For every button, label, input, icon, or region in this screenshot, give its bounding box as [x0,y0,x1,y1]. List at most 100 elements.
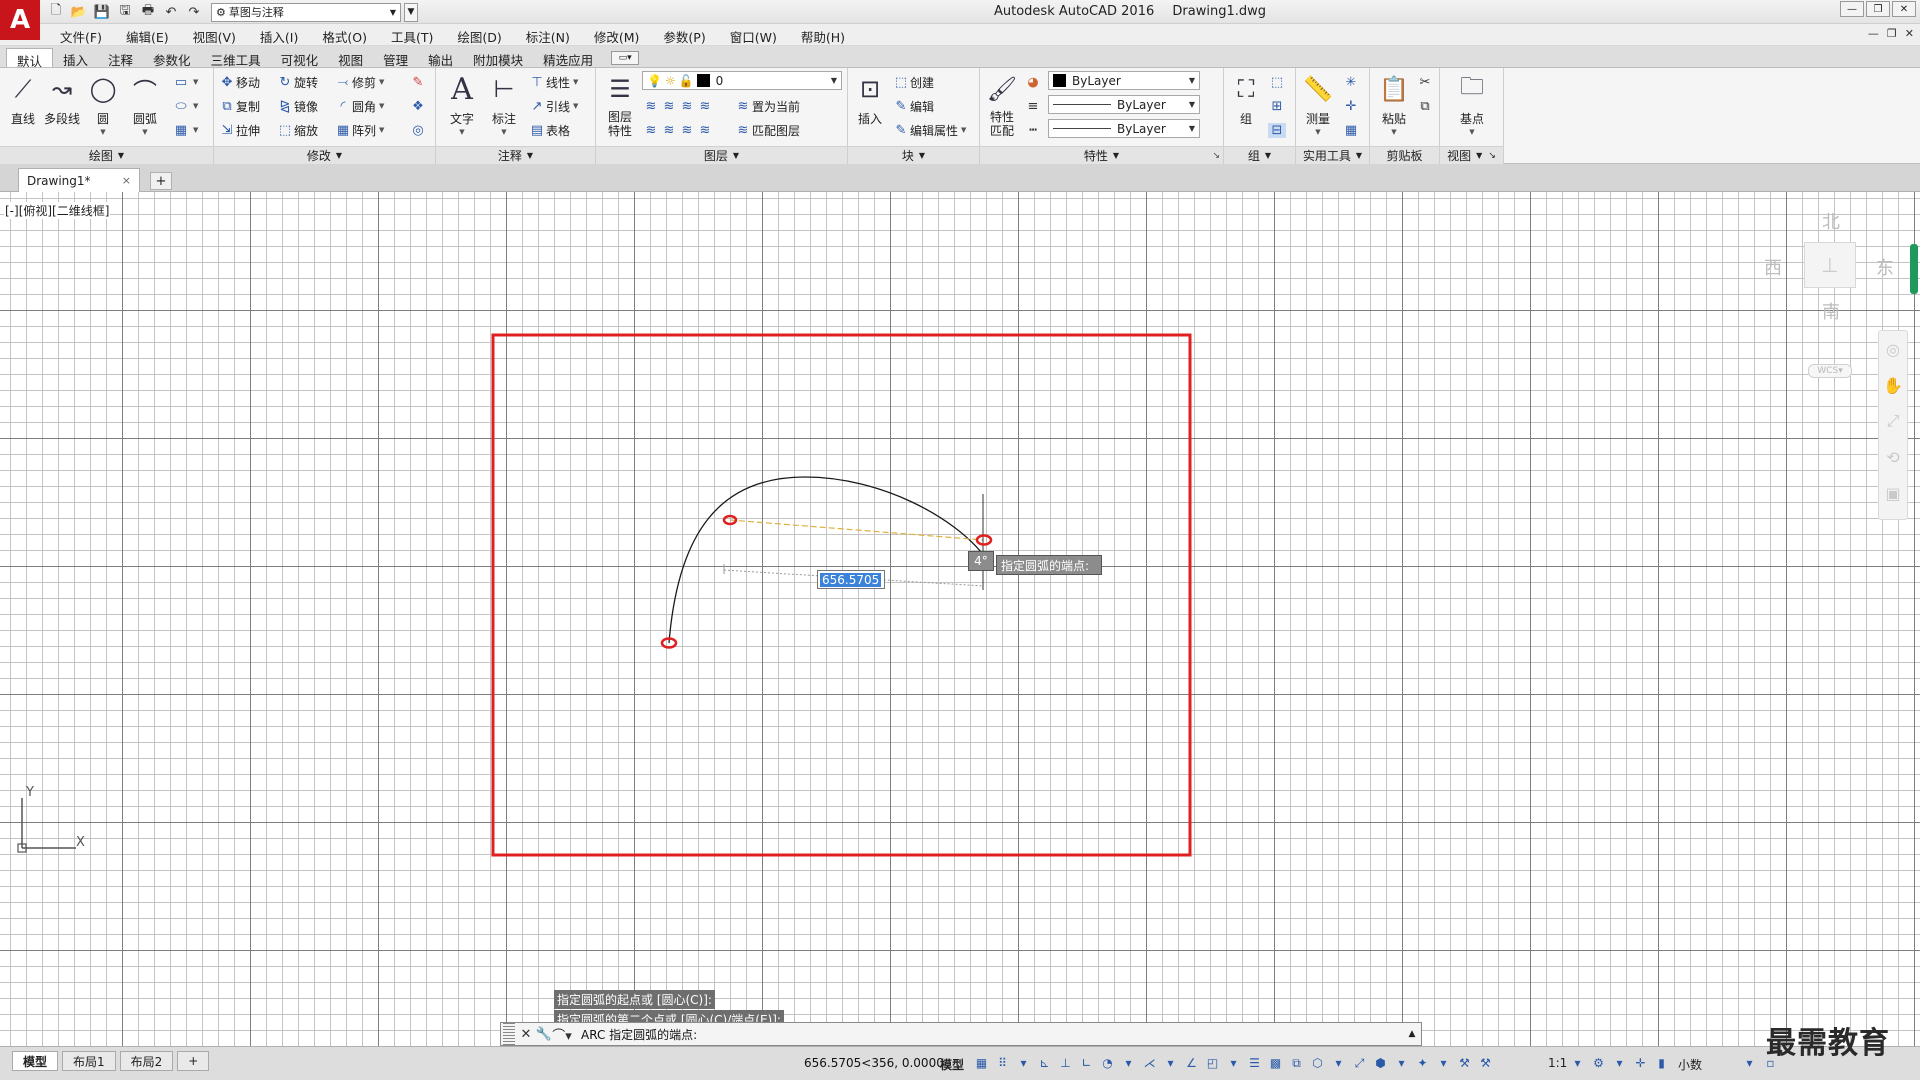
redo-icon[interactable]: ↷ [184,2,204,22]
properties-dialog-launcher-icon[interactable]: ↘ [1212,151,1220,161]
tab-parametric[interactable]: 参数化 [143,48,201,68]
chevron-down-icon[interactable]: ▾ [1610,1053,1629,1073]
linear-dim-button[interactable]: ⊤ 线性 ▼ [528,72,578,92]
minimize-button[interactable]: — [1840,1,1864,17]
menu-help[interactable]: 帮助(H) [789,27,857,46]
edit-attributes-button[interactable]: ✎ 编辑属性 ▼ [892,120,967,140]
command-prompt[interactable]: ARC 指定圆弧的端点: [581,1026,1403,1043]
ribbon-minimize-toggle[interactable]: ▭▾ [611,51,640,65]
tab-view[interactable]: 视图 [328,48,373,68]
panel-block-title[interactable]: 块 ▼ [848,146,979,164]
text-button[interactable]: A 文字 ▼ [442,72,482,142]
menu-edit[interactable]: 编辑(E) [114,27,181,46]
tab-layout2[interactable]: 布局2 [119,1051,174,1071]
save-icon[interactable]: 💾 [92,2,112,22]
application-menu-button[interactable]: A [0,0,40,40]
panel-groups-title[interactable]: 组 ▼ [1224,146,1295,164]
linetype-icon[interactable]: ┅ [1024,120,1042,140]
dynamic-ucs-icon[interactable]: ⤢ [1350,1053,1369,1073]
rectangle-button[interactable]: ▭ ▼ [172,72,199,92]
doc-minimize-button[interactable]: — [1868,27,1879,40]
leader-button[interactable]: ↗ 引线 ▼ [528,96,579,116]
annotation-monitor-icon[interactable]: ✛ [1631,1053,1650,1073]
base-view-button[interactable]: 🗀 基点 ▼ [1452,72,1492,142]
copy-clip-icon[interactable]: ⧉ [1416,96,1434,116]
object-snap-icon[interactable]: ◰ [1203,1053,1222,1073]
command-line[interactable]: ✕ 🔧 ⌒▾ ARC 指定圆弧的端点: ▲ [500,1022,1422,1046]
rotate-button[interactable]: ↻ 旋转 [276,72,318,92]
layer-unlock-icon[interactable]: ≋ [696,123,714,138]
layer-unisolate-icon[interactable]: ≋ [660,123,678,138]
new-file-icon[interactable]: 🗋 [46,2,66,22]
trim-button[interactable]: ⤙ 修剪 ▼ [334,72,385,92]
menu-insert[interactable]: 插入(I) [248,27,310,46]
print-icon[interactable]: 🖶 [138,2,158,22]
polyline-button[interactable]: ↝ 多段线 [42,72,82,142]
ortho-icon[interactable]: ∟ [1077,1053,1096,1073]
copy-button[interactable]: ⧉ 复制 [218,96,260,116]
snap-icon[interactable]: ⠿ [993,1053,1012,1073]
units-readout[interactable]: 小数 [1678,1056,1702,1073]
tab-output[interactable]: 输出 [418,48,463,68]
chevron-down-icon[interactable]: ▾ [1329,1053,1348,1073]
arc-command-icon[interactable]: ⌒▾ [552,1024,572,1044]
open-file-icon[interactable]: 📂 [69,2,89,22]
doc-close-button[interactable]: ✕ [1905,27,1914,40]
lineweight-toggle-icon[interactable]: ☰ [1245,1053,1264,1073]
drawing-canvas[interactable]: [-][俯视][二维线框] 656.5705 4° 指定圆弧的端点: 北 西 东… [0,192,1920,1046]
erase-button[interactable]: ✎ [409,72,427,92]
tab-layout1[interactable]: 布局1 [62,1051,116,1071]
linetype-dropdown[interactable]: ByLayer ▼ [1048,119,1200,138]
menu-draw[interactable]: 绘图(D) [445,27,513,46]
menu-file[interactable]: 文件(F) [48,27,114,46]
viewcube-east[interactable]: 东 [1876,254,1894,280]
model-space-toggle[interactable]: 模型 [940,1056,964,1073]
offset-button[interactable]: ◎ [409,120,427,140]
hatch-button[interactable]: ▦ ▼ [172,120,199,140]
add-layout-button[interactable]: + [177,1051,210,1071]
quick-select-icon[interactable]: ✳ [1342,72,1360,92]
set-current-button[interactable]: ≋ 置为当前 [734,96,800,116]
viewcube-south[interactable]: 南 [1822,298,1840,324]
tab-3d-tools[interactable]: 三维工具 [201,48,271,68]
wrench-icon[interactable]: 🔧 [535,1024,553,1044]
line-button[interactable]: ⟋ 直线 [3,72,43,142]
panel-layers-title[interactable]: 图层 ▼ [596,146,847,164]
chevron-down-icon[interactable]: ▾ [1434,1053,1453,1073]
mirror-button[interactable]: ⧎ 镜像 [276,96,318,116]
arc-button[interactable]: ⌒ 圆弧 ▼ [125,72,165,142]
qat-customize-button[interactable]: ▼ [404,2,418,22]
layer-isolate-icon[interactable]: ≋ [660,99,678,114]
close-button[interactable]: ✕ [1892,1,1916,17]
units-icon[interactable]: ▮ [1652,1053,1671,1073]
menu-format[interactable]: 格式(O) [310,27,379,46]
drag-handle[interactable] [503,1023,515,1045]
calculator-icon[interactable]: ▦ [1342,120,1360,140]
group-edit-icon[interactable]: ⊞ [1268,96,1286,116]
layer-off-icon[interactable]: ≋ [642,99,660,114]
ungroup-icon[interactable]: ⬚ [1268,72,1286,92]
tab-default[interactable]: 默认 [6,48,54,69]
steering-wheel-icon[interactable]: ◎ [1879,331,1907,367]
move-button[interactable]: ✥ 移动 [218,72,260,92]
transparency-icon[interactable]: ▩ [1266,1053,1285,1073]
array-button[interactable]: ▦ 阵列 ▼ [334,120,385,140]
chevron-down-icon[interactable]: ▾ [1119,1053,1138,1073]
edit-block-button[interactable]: ✎ 编辑 [892,96,934,116]
layer-freeze-icon[interactable]: ≋ [678,99,696,114]
menu-parametric[interactable]: 参数(P) [651,27,717,46]
grid-icon[interactable]: ▦ [972,1053,991,1073]
isometric-icon[interactable]: ⋌ [1140,1053,1159,1073]
menu-dimension[interactable]: 标注(N) [514,27,582,46]
dynamic-input-icon[interactable]: ⊥ [1056,1053,1075,1073]
chevron-up-icon[interactable]: ▲ [1403,1029,1421,1039]
layer-thaw-icon[interactable]: ≋ [678,123,696,138]
annotation-visibility-icon[interactable]: ⚒ [1455,1053,1474,1073]
gizmo-icon[interactable]: ✦ [1413,1053,1432,1073]
annotation-scale[interactable]: 1:1 [1548,1056,1567,1070]
group-select-icon[interactable]: ⊟ [1268,120,1286,140]
color-dropdown[interactable]: ByLayer ▼ [1048,71,1200,90]
table-button[interactable]: ▤ 表格 [528,120,570,140]
layer-on-icon[interactable]: ≋ [642,123,660,138]
group-button[interactable]: ⛶ 组 [1226,72,1266,142]
